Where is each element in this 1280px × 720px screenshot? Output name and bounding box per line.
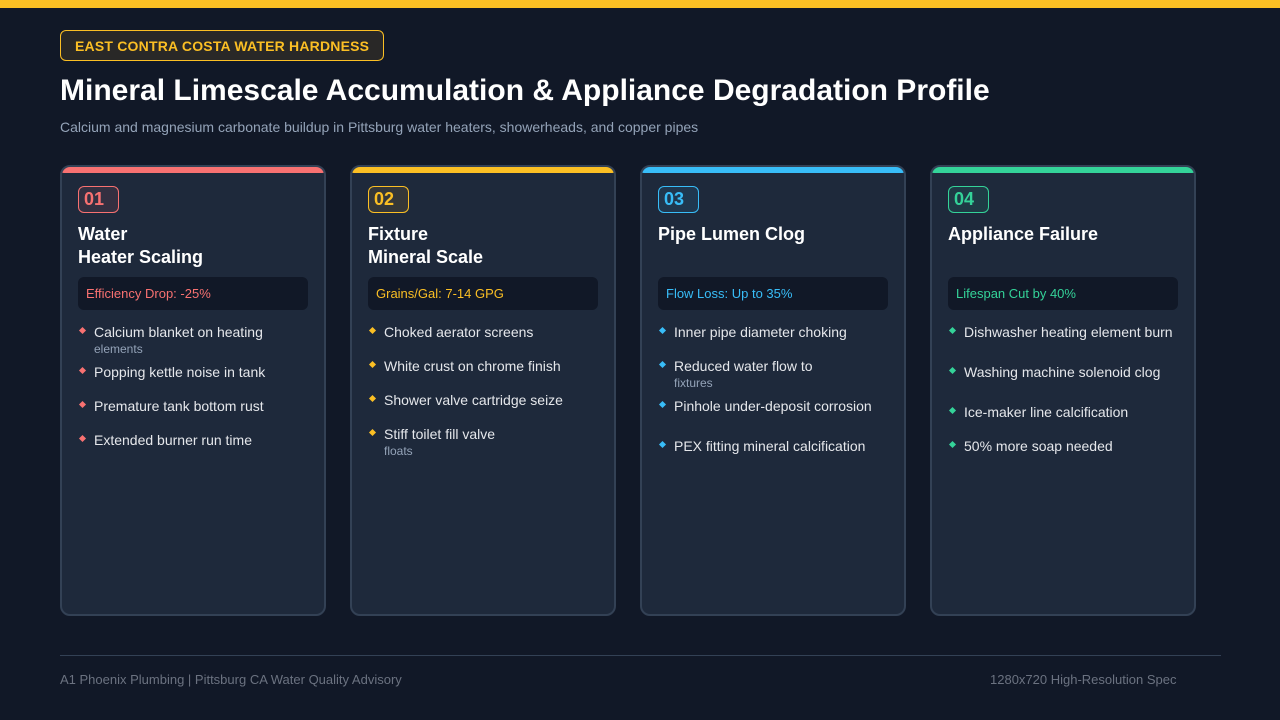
card-accent-bar [62, 167, 324, 173]
card-title: Appliance Failure [948, 223, 1184, 246]
card-accent-bar [932, 167, 1194, 173]
bullet-item: PEX fitting mineral calcification [658, 437, 898, 455]
card-appliance-failure: 04 Appliance Failure Lifespan Cut by 40%… [930, 165, 1196, 616]
bullet-subtext: floats [384, 444, 413, 458]
bullet-item: Reduced water flow to fixtures [658, 357, 898, 391]
card-accent-bar [352, 167, 614, 173]
bullet-text: Choked aerator screens [384, 324, 534, 340]
bullet-item: Stiff toilet fill valve floats [368, 425, 608, 459]
card-stat: Grains/Gal: 7-14 GPG [368, 277, 598, 310]
bullet-text: 50% more soap needed [964, 438, 1113, 454]
card-number: 04 [948, 186, 989, 213]
bullet-text: Washing machine solenoid clog [964, 364, 1161, 380]
card-pipe-lumen-clog: 03 Pipe Lumen Clog Flow Loss: Up to 35% … [640, 165, 906, 616]
page-title: Mineral Limescale Accumulation & Applian… [60, 74, 990, 107]
card-title-line1: Water [78, 224, 128, 244]
bullet-item: Choked aerator screens [368, 323, 608, 341]
bullet-text: Stiff toilet fill valve [384, 426, 496, 442]
bullet-text: Popping kettle noise in tank [94, 364, 266, 380]
bullet-item: Inner pipe diameter choking [658, 323, 898, 341]
bullet-item: Premature tank bottom rust [78, 397, 318, 415]
card-stat: Lifespan Cut by 40% [948, 277, 1178, 310]
bullet-item: Shower valve cartridge seize [368, 391, 608, 409]
bullet-text: Shower valve cartridge seize [384, 392, 563, 408]
card-number: 02 [368, 186, 409, 213]
bullet-text: Reduced water flow to [674, 358, 813, 374]
card-title-line1: Fixture [368, 224, 429, 244]
card-water-heater-scaling: 01 Water Heater Scaling Efficiency Drop:… [60, 165, 326, 616]
bullet-text: Pinhole under-deposit corrosion [674, 398, 872, 414]
bullet-text: White crust on chrome finish [384, 358, 561, 374]
bullet-item: Extended burner run time [78, 431, 318, 449]
bullet-item: Washing machine solenoid clog [948, 363, 1188, 381]
bullet-text: Inner pipe diameter choking [674, 324, 847, 340]
card-stat: Flow Loss: Up to 35% [658, 277, 888, 310]
bullet-subtext: elements [94, 342, 143, 356]
bullet-item: 50% more soap needed [948, 437, 1188, 455]
region-badge: EAST CONTRA COSTA WATER HARDNESS [60, 30, 385, 61]
card-title-line2: Heater Scaling [78, 247, 204, 267]
bullet-item: Pinhole under-deposit corrosion [658, 397, 898, 415]
card-title: Fixture Mineral Scale [368, 223, 604, 269]
page-subtitle: Calcium and magnesium carbonate buildup … [60, 119, 699, 135]
bullet-text: Ice-maker line calcification [964, 404, 1129, 420]
card-number: 01 [78, 186, 119, 213]
bullet-subtext: fixtures [674, 376, 713, 390]
bullet-text: Extended burner run time [94, 432, 252, 448]
bullet-item: Calcium blanket on heating elements [78, 323, 318, 357]
card-title: Pipe Lumen Clog [658, 223, 894, 246]
card-stat: Efficiency Drop: -25% [78, 277, 308, 310]
top-accent-bar [0, 0, 1280, 8]
bullet-item: Popping kettle noise in tank [78, 363, 318, 381]
bullet-text: Premature tank bottom rust [94, 398, 264, 414]
bullet-item: White crust on chrome finish [368, 357, 608, 375]
card-title-line2: Mineral Scale [368, 247, 484, 267]
bullet-text: Calcium blanket on heating [94, 324, 263, 340]
card-accent-bar [642, 167, 904, 173]
bullet-text: PEX fitting mineral calcification [674, 438, 866, 454]
bullet-text: Dishwasher heating element burn [964, 324, 1173, 340]
card-title-line1: Appliance Failure [948, 224, 1099, 244]
card-fixture-mineral-scale: 02 Fixture Mineral Scale Grains/Gal: 7-1… [350, 165, 616, 616]
card-title: Water Heater Scaling [78, 223, 314, 269]
footer-divider [60, 655, 1221, 656]
footer-credit: A1 Phoenix Plumbing | Pittsburg CA Water… [60, 672, 402, 687]
card-title-line1: Pipe Lumen Clog [658, 224, 806, 244]
footer-spec: 1280x720 High-Resolution Spec [990, 672, 1177, 687]
bullet-item: Ice-maker line calcification [948, 403, 1188, 421]
bullet-item: Dishwasher heating element burn [948, 323, 1188, 341]
card-number: 03 [658, 186, 699, 213]
